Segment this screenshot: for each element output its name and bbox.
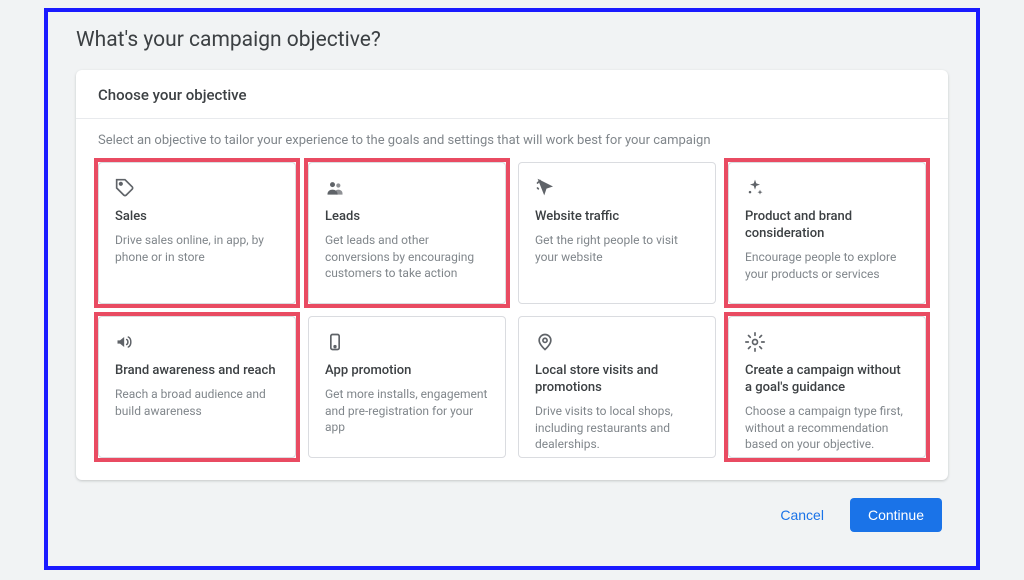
megaphone-icon: [115, 331, 137, 353]
cursor-icon: [535, 177, 557, 199]
cancel-button[interactable]: Cancel: [768, 499, 836, 531]
page-title: What's your campaign objective?: [76, 28, 948, 52]
objective-option[interactable]: Product and brand consideration Encourage…: [728, 162, 926, 304]
phone-icon: [325, 331, 347, 353]
objective-cell: Create a campaign without a goal's guida…: [728, 316, 926, 458]
objective-cell: Sales Drive sales online, in app, by phon…: [98, 162, 296, 304]
objective-option[interactable]: Sales Drive sales online, in app, by phon…: [98, 162, 296, 304]
sparkle-icon: [745, 177, 767, 199]
objective-title: Leads: [325, 209, 489, 226]
objective-cell: App promotion Get more installs, engageme…: [308, 316, 506, 458]
gear-icon: [745, 331, 767, 353]
objective-description: Get more installs, engagement and pre-re…: [325, 386, 489, 436]
objective-cell: Product and brand consideration Encourage…: [728, 162, 926, 304]
objective-option[interactable]: Brand awareness and reach Reach a broad a…: [98, 316, 296, 458]
objective-option[interactable]: Local store visits and promotions Drive v…: [518, 316, 716, 458]
objective-description: Drive sales online, in app, by phone or …: [115, 232, 279, 266]
tag-icon: [115, 177, 137, 199]
objective-option[interactable]: App promotion Get more installs, engageme…: [308, 316, 506, 458]
objective-cell: Leads Get leads and other conversions by …: [308, 162, 506, 304]
objective-title: Website traffic: [535, 209, 699, 226]
footer-actions: Cancel Continue: [76, 480, 948, 532]
objective-description: Get the right people to visit your websi…: [535, 232, 699, 266]
objective-title: Local store visits and promotions: [535, 363, 699, 397]
card-header: Choose your objective: [76, 70, 948, 119]
page-outline: What's your campaign objective? Choose y…: [44, 8, 980, 570]
objective-description: Get leads and other conversions by encou…: [325, 232, 489, 282]
objective-cell: Local store visits and promotions Drive v…: [518, 316, 716, 458]
objective-title: Sales: [115, 209, 279, 226]
continue-button[interactable]: Continue: [850, 498, 942, 532]
objective-option[interactable]: Create a campaign without a goal's guida…: [728, 316, 926, 458]
objective-description: Drive visits to local shops, including r…: [535, 403, 699, 453]
objective-card: Choose your objective Select an objectiv…: [76, 70, 948, 480]
objective-title: Product and brand consideration: [745, 209, 909, 243]
objective-title: Create a campaign without a goal's guida…: [745, 363, 909, 397]
objective-option[interactable]: Leads Get leads and other conversions by …: [308, 162, 506, 304]
people-icon: [325, 177, 347, 199]
objective-title: App promotion: [325, 363, 489, 380]
pin-icon: [535, 331, 557, 353]
objective-cell: Brand awareness and reach Reach a broad a…: [98, 316, 296, 458]
objective-description: Reach a broad audience and build awarene…: [115, 386, 279, 420]
card-subtitle: Select an objective to tailor your exper…: [76, 119, 948, 162]
objective-title: Brand awareness and reach: [115, 363, 279, 380]
objective-grid: Sales Drive sales online, in app, by phon…: [76, 162, 948, 480]
objective-cell: Website traffic Get the right people to v…: [518, 162, 716, 304]
objective-description: Encourage people to explore your product…: [745, 249, 909, 283]
objective-description: Choose a campaign type first, without a …: [745, 403, 909, 453]
objective-option[interactable]: Website traffic Get the right people to v…: [518, 162, 716, 304]
